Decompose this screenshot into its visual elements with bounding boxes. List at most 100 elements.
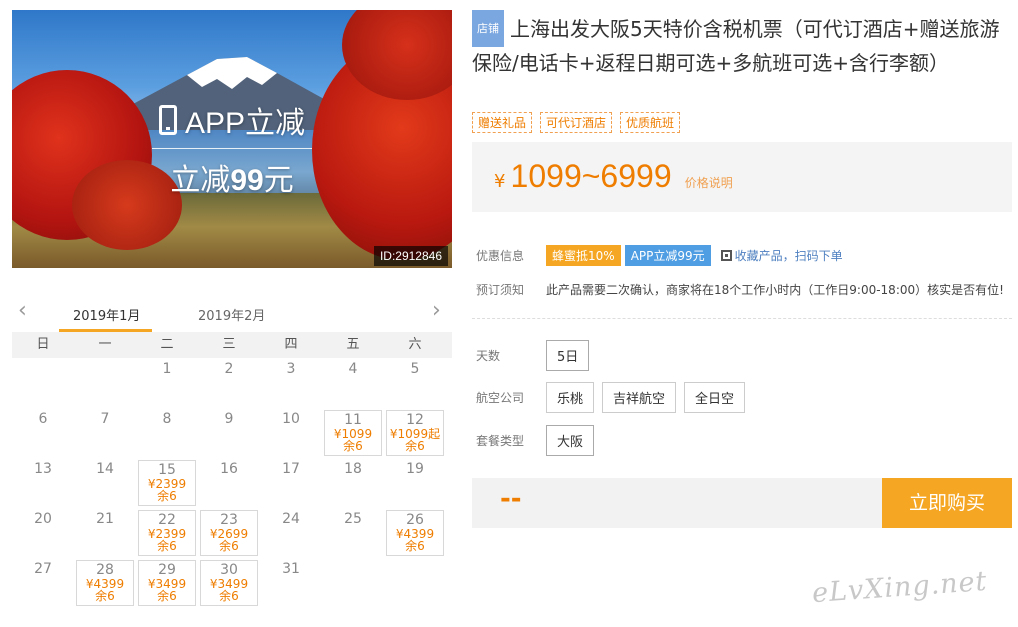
day-remaining: 余6 (219, 589, 239, 603)
collect-product-link[interactable]: 收藏产品，扫码下单 (735, 247, 843, 264)
product-id-badge: ID:2912846 (373, 246, 448, 266)
calendar-day-13: 13 (12, 458, 74, 508)
option-airline-peach[interactable]: 乐桃 (546, 382, 595, 413)
day-number: 1 (162, 361, 172, 377)
price-calendar: ‹ 2019年1月 2019年2月 › 日 一 二 三 四 五 六 123456… (12, 296, 452, 627)
notice-text: 此产品需要二次确认，商家将在18个工作小时内（工作日9:00-18:00）核实是… (546, 283, 1004, 297)
calendar-day-8: 8 (136, 408, 198, 458)
price-explanation-link[interactable]: 价格说明 (685, 176, 733, 190)
calendar-empty-cell (12, 358, 74, 408)
day-remaining: 余6 (157, 539, 177, 553)
phone-icon (158, 105, 177, 135)
calendar-day-28[interactable]: 28 ¥4399 余6 (76, 560, 134, 606)
day-number: 21 (96, 511, 114, 527)
day-number: 10 (282, 411, 300, 427)
weekday-header: 日 一 二 三 四 五 六 (12, 332, 452, 358)
calendar-day-15[interactable]: 15 ¥2399 余6 (138, 460, 196, 506)
weekday-thu: 四 (284, 337, 298, 352)
calendar-empty-cell (74, 358, 136, 408)
calendar-day-23[interactable]: 23 ¥2699 余6 (200, 510, 258, 556)
price-box: ¥ 1099~6999 价格说明 (472, 142, 1012, 212)
option-airline-juneyao[interactable]: 吉祥航空 (602, 382, 677, 413)
calendar-day-22[interactable]: 22 ¥2399 余6 (138, 510, 196, 556)
day-number: 18 (344, 461, 362, 477)
app-label: APP立减 (184, 107, 306, 140)
calendar-day-12[interactable]: 12 ¥1099起 余6 (386, 410, 444, 456)
day-number: 13 (34, 461, 52, 477)
day-number: 19 (406, 461, 424, 477)
discount-line: 立减99元 (152, 155, 312, 199)
day-number: 8 (162, 411, 172, 427)
bee-coin-badge: 蜂蜜抵10% (546, 245, 621, 266)
discount-amount: 99 (230, 164, 264, 197)
calendar-day-10: 10 (260, 408, 322, 458)
total-price: -- (500, 484, 522, 514)
product-image[interactable]: APP立减 立减99元 ID:2912846 (12, 10, 452, 268)
app-discount-badge: APP立减99元 (624, 245, 711, 266)
product-title-text: 上海出发大阪5天特价含税机票（可代订酒店+赠送旅游保险/电话卡+返程日期可选+多… (472, 17, 1000, 75)
tag-gift: 赠送礼品 (472, 112, 533, 133)
active-tab-underline (59, 329, 152, 332)
calendar-day-29[interactable]: 29 ¥3499 余6 (138, 560, 196, 606)
tab-month-feb[interactable]: 2019年2月 (198, 305, 265, 324)
days-label: 天数 (476, 349, 501, 363)
day-number: 11 (344, 412, 362, 428)
calendar-header: ‹ 2019年1月 2019年2月 › (12, 296, 452, 332)
day-number: 22 (158, 512, 176, 528)
tag-flight: 优质航班 (620, 112, 681, 133)
day-number: 30 (220, 562, 238, 578)
section-divider (472, 318, 1012, 319)
price-currency: ¥ (494, 171, 506, 192)
calendar-day-6: 6 (12, 408, 74, 458)
day-number: 17 (282, 461, 300, 477)
weekday-tue: 二 (160, 337, 174, 352)
day-number: 12 (406, 412, 424, 428)
next-month-arrow-icon[interactable]: › (432, 300, 446, 322)
calendar-day-31: 31 (260, 558, 322, 608)
calendar-day-11[interactable]: 11 ¥1099 余6 (324, 410, 382, 456)
option-package-osaka[interactable]: 大阪 (546, 425, 595, 456)
day-remaining: 余6 (95, 589, 115, 603)
option-airline-ana[interactable]: 全日空 (684, 382, 746, 413)
package-option-row: 套餐类型 大阪 (476, 425, 602, 456)
calendar-day-19: 19 (384, 458, 446, 508)
tab-month-jan[interactable]: 2019年1月 (73, 305, 140, 324)
calendar-day-14: 14 (74, 458, 136, 508)
days-option-row: 天数 5日 (476, 340, 597, 371)
day-remaining: 余6 (343, 439, 363, 453)
day-number: 16 (220, 461, 238, 477)
calendar-grid: 1 2 3 4 5 6 7 8 9 10 11 ¥1099 余6 12 ¥1099起 余6 13 14 15 ¥239… (12, 358, 452, 608)
weekday-sun: 日 (36, 337, 50, 352)
day-remaining: 余6 (219, 539, 239, 553)
day-number: 9 (224, 411, 234, 427)
calendar-day-5: 5 (384, 358, 446, 408)
booking-notice-row: 预订须知 此产品需要二次确认，商家将在18个工作小时内（工作日9:00-18:0… (476, 281, 1004, 298)
purchase-bar: -- 立即购买 (472, 478, 1012, 528)
day-number: 25 (344, 511, 362, 527)
day-number: 23 (220, 512, 238, 528)
overlay-divider (152, 148, 312, 149)
price-range: 1099~6999 (510, 158, 672, 194)
day-number: 7 (100, 411, 110, 427)
calendar-day-26[interactable]: 26 ¥4399 余6 (386, 510, 444, 556)
weekday-mon: 一 (98, 337, 112, 352)
prev-month-arrow-icon[interactable]: ‹ (18, 300, 32, 322)
day-remaining: 余6 (157, 589, 177, 603)
calendar-day-30[interactable]: 30 ¥3499 余6 (200, 560, 258, 606)
buy-now-button[interactable]: 立即购买 (882, 478, 1012, 528)
day-number: 4 (348, 361, 358, 377)
calendar-day-9: 9 (198, 408, 260, 458)
app-discount-overlay: APP立减 立减99元 (152, 98, 312, 199)
day-remaining: 余6 (157, 489, 177, 503)
day-number: 24 (282, 511, 300, 527)
weekday-wed: 三 (222, 337, 236, 352)
calendar-day-27: 27 (12, 558, 74, 608)
product-title: 店铺 上海出发大阪5天特价含税机票（可代订酒店+赠送旅游保险/电话卡+返程日期可选… (472, 10, 1012, 80)
shop-badge[interactable]: 店铺 (472, 10, 504, 47)
day-number: 3 (286, 361, 296, 377)
option-days-5[interactable]: 5日 (546, 340, 590, 371)
notice-label: 预订须知 (476, 283, 525, 297)
day-number: 15 (158, 462, 176, 478)
discount-suffix: 元 (263, 164, 294, 197)
weekday-sat: 六 (408, 337, 422, 352)
